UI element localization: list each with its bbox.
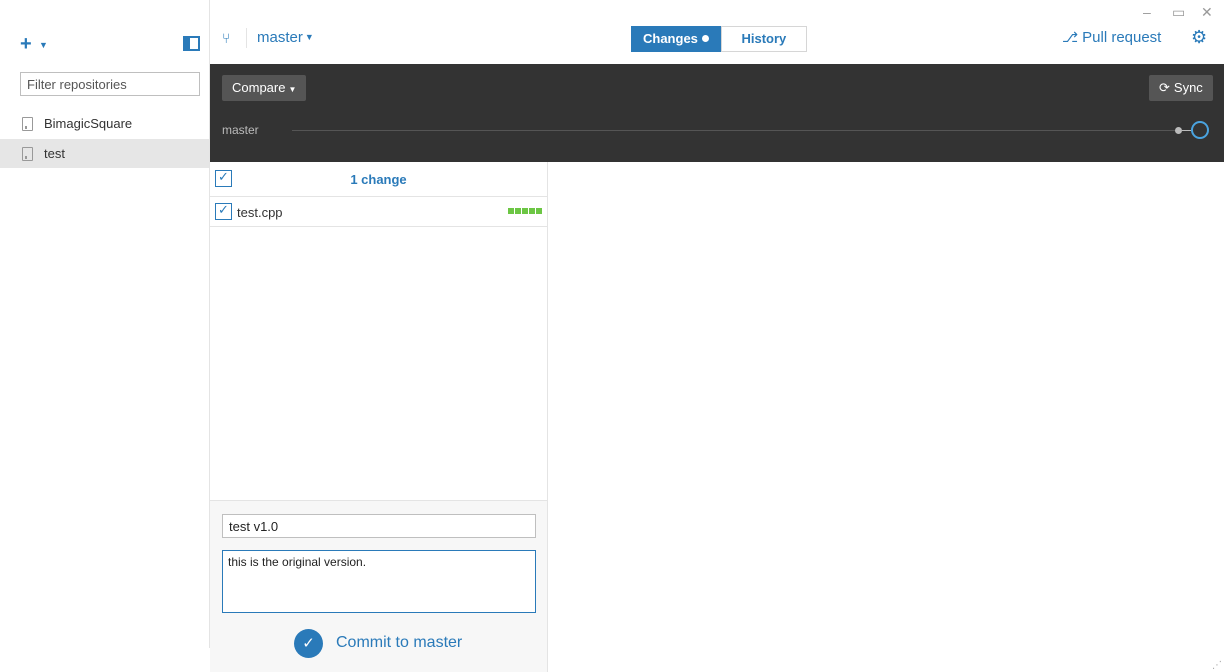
commit-form: this is the original version. ✓ Commit t…: [210, 500, 547, 672]
repo-name: test: [44, 146, 65, 161]
maximize-icon[interactable]: ▭: [1172, 4, 1185, 21]
commit-button-label: Commit to master: [336, 634, 463, 651]
diffstat-additions: [508, 208, 542, 214]
caret-down-icon: ▼: [304, 32, 314, 42]
repo-item-bimagicsquare[interactable]: BimagicSquare: [0, 109, 209, 138]
caret-down-icon: ▼: [288, 85, 297, 94]
minimize-icon[interactable]: –: [1143, 4, 1151, 20]
caret-down-icon: ▼: [39, 40, 48, 50]
changed-file-row[interactable]: test.cpp: [210, 197, 547, 227]
tab-label: History: [741, 31, 787, 46]
filter-repositories-input[interactable]: [20, 72, 200, 96]
repo-name: BimagicSquare: [44, 116, 133, 131]
sync-label: Sync: [1173, 80, 1203, 95]
pull-request-button[interactable]: ⎇ Pull request: [1062, 29, 1161, 46]
commit-button[interactable]: ✓ Commit to master: [294, 628, 462, 658]
commit-dot[interactable]: [1175, 127, 1182, 134]
branch-icon: ⑂: [222, 30, 231, 46]
pull-request-icon: ⎇: [1062, 29, 1079, 45]
timeline-connector: [1182, 130, 1191, 131]
change-count: 1 change: [350, 172, 407, 187]
repo-icon: [22, 146, 33, 161]
changes-indicator-dot: [701, 35, 709, 42]
changes-panel: 1 change test.cpp this is the original v…: [210, 162, 548, 672]
repository-sidebar: +▼ BimagicSquare test: [0, 0, 210, 648]
commit-summary-input[interactable]: [222, 514, 536, 538]
timeline-branch-label: master: [222, 123, 259, 137]
close-icon[interactable]: ✕: [1201, 4, 1213, 21]
branch-compare-band: Compare ▼ ⟳ Sync master: [210, 64, 1224, 162]
tab-history[interactable]: History: [720, 26, 807, 52]
divider: [246, 28, 247, 48]
resize-grip-icon[interactable]: ⋰: [1212, 660, 1222, 671]
uncommitted-changes-ring[interactable]: [1191, 121, 1209, 139]
commit-description-input[interactable]: this is the original version.: [222, 550, 536, 613]
collapse-sidebar-icon[interactable]: [183, 36, 200, 51]
pull-request-label: Pull request: [1082, 29, 1162, 46]
branch-selector[interactable]: master ▼: [257, 29, 314, 46]
changes-header: 1 change: [210, 162, 547, 197]
repo-item-test[interactable]: test: [0, 139, 209, 168]
file-checkbox[interactable]: [215, 202, 232, 220]
repo-icon: [22, 116, 33, 131]
plus-icon: +: [20, 33, 32, 55]
compare-button[interactable]: Compare ▼: [222, 75, 307, 101]
sync-button[interactable]: ⟳ Sync: [1149, 75, 1213, 101]
top-toolbar: ⑂ master ▼ Changes History ⎇ Pull request …: [210, 0, 1224, 64]
sync-icon: ⟳: [1159, 80, 1170, 95]
commit-timeline: [292, 130, 1177, 131]
branch-name: master: [257, 29, 303, 46]
tab-label: Changes: [643, 31, 698, 46]
gear-icon[interactable]: ⚙: [1191, 27, 1207, 48]
tab-changes[interactable]: Changes: [631, 26, 721, 52]
add-repository-button[interactable]: + ▼: [20, 34, 50, 54]
compare-label: Compare: [232, 80, 286, 95]
check-icon: ✓: [294, 628, 323, 658]
view-tabs: Changes History: [631, 26, 807, 52]
file-name: test.cpp: [237, 205, 283, 220]
